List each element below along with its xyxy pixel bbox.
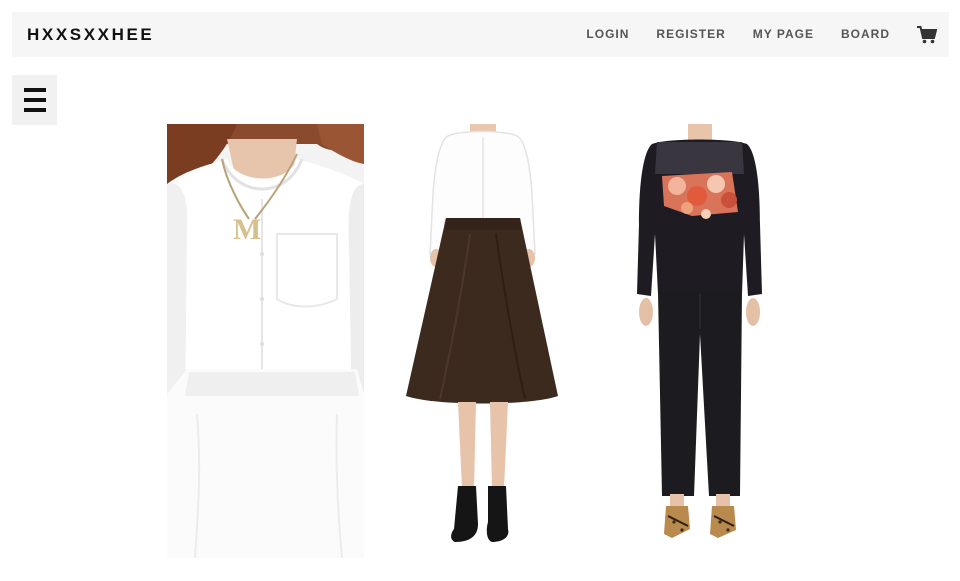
product-image-black-floral-sweatshirt[interactable]: [632, 124, 767, 542]
nav-my-page-link[interactable]: MY PAGE: [753, 12, 814, 57]
nav-board-link[interactable]: BOARD: [841, 12, 890, 57]
nav-login-link[interactable]: LOGIN: [586, 12, 629, 57]
brand-logo[interactable]: HXXSXXHEE: [27, 24, 154, 46]
product-image-brown-midi-skirt[interactable]: [400, 124, 565, 548]
top-nav: LOGIN REGISTER MY PAGE BOARD: [559, 12, 890, 57]
shopping-cart-icon[interactable]: [917, 26, 938, 44]
nav-register-link[interactable]: REGISTER: [656, 12, 725, 57]
site-header: HXXSXXHEE LOGIN REGISTER MY PAGE BOARD: [12, 12, 949, 57]
hamburger-menu-icon: [24, 88, 46, 112]
svg-text:M: M: [233, 213, 261, 246]
hamburger-menu-button[interactable]: [12, 75, 57, 125]
product-image-white-blouse-white-skirt[interactable]: M: [167, 124, 364, 558]
